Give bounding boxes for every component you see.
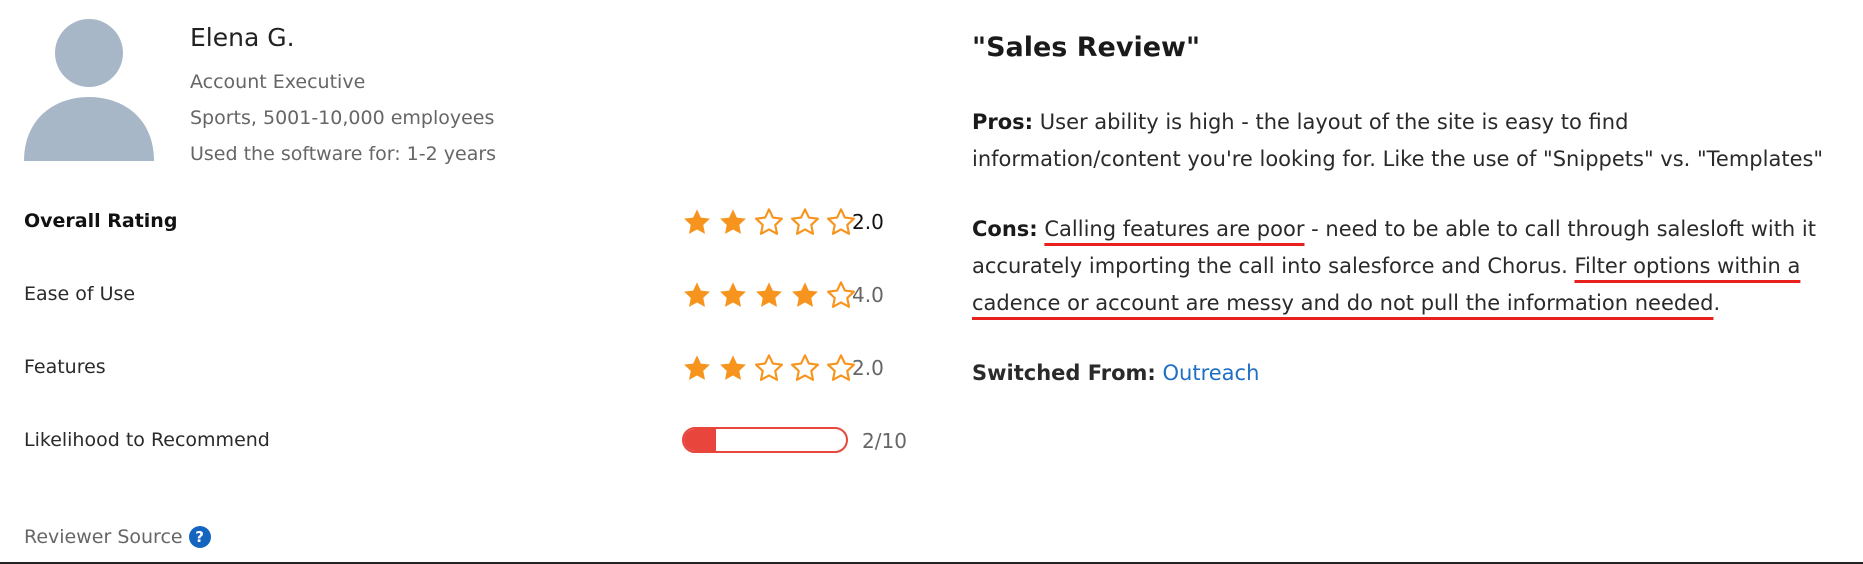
rating-label: Overall Rating [24,210,178,232]
star-outline-icon [791,354,819,381]
reviewer-info: Elena G. Account Executive Sports, 5001-… [190,22,496,172]
review-cons: Cons: Calling features are poor - need t… [972,211,1842,322]
question-circle-icon[interactable]: ? [188,526,211,548]
rating-row-features: Features 2.0 [24,342,894,415]
reviewer-block: Elena G. Account Executive Sports, 5001-… [24,14,924,165]
reviewer-title: Account Executive [190,71,366,93]
reviewer-usage: Used the software for: 1-2 years [190,143,497,165]
reviewer-company: Sports, 5001-10,000 employees [190,107,495,129]
star-filled-icon [720,355,746,380]
star-filled-icon [684,282,710,307]
reviewer-name: Elena G. [190,23,295,52]
star-rating [680,206,858,238]
rating-row-overall: Overall Rating 2.0 [24,196,894,269]
rating-value: 2.0 [852,210,884,234]
star-rating [680,352,858,384]
review-title: "Sales Review" [972,32,1201,63]
cons-label: Cons: [972,217,1038,241]
star-filled-icon [756,282,782,307]
reviewer-source-label: Reviewer Source [24,526,183,548]
rating-label: Ease of Use [24,283,136,305]
star-filled-icon [684,355,710,380]
star-outline-icon [755,354,783,381]
pros-text: User ability is high - the layout of the… [972,110,1824,171]
star-filled-icon [684,209,710,234]
pros-label: Pros: [972,110,1034,134]
switched-from-link[interactable]: Outreach [1163,361,1260,385]
switched-from-label: Switched From: [972,361,1156,385]
reviewer-source: Reviewer Source ? [24,526,211,548]
review-pros: Pros: User ability is high - the layout … [972,104,1842,178]
rating-label: Likelihood to Recommend [24,429,270,451]
rating-value: 2.0 [852,356,884,380]
review-card: Elena G. Account Executive Sports, 5001-… [0,0,1863,564]
rating-row-ease-of-use: Ease of Use 4.0 [24,269,894,342]
rating-row-recommend: Likelihood to Recommend 2/10 [24,415,907,488]
rating-label: Features [24,356,106,378]
star-filled-icon [792,282,818,307]
rating-value: 4.0 [852,283,884,307]
star-filled-icon [720,282,746,307]
star-outline-icon [791,208,819,235]
switched-from: Switched From: Outreach [972,355,1842,392]
recommend-bar [682,427,848,453]
cons-text-end: . [1713,291,1721,315]
ratings-list: Overall Rating 2.0 Ease of Use 4.0 Featu… [24,196,907,488]
user-avatar-icon [24,19,154,161]
star-rating [680,279,858,311]
recommend-bar-fill [684,429,717,451]
star-outline-icon [755,208,783,235]
review-body: "Sales Review" Pros: User ability is hig… [972,28,1842,392]
star-filled-icon [720,209,746,234]
cons-text-highlight-1: Calling features are poor [1044,217,1305,241]
recommend-value: 2/10 [862,429,907,453]
